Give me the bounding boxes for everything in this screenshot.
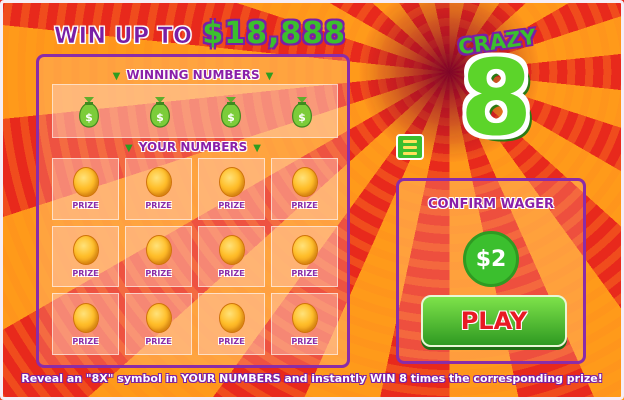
- prize-label: PRIZE: [291, 201, 318, 211]
- scratch-cell[interactable]: PRIZE: [198, 225, 265, 288]
- scratch-cell[interactable]: PRIZE: [125, 158, 192, 220]
- coin-icon: [218, 234, 245, 265]
- scratch-cell[interactable]: PRIZE: [125, 225, 192, 288]
- scratch-cell[interactable]: PRIZE: [52, 158, 119, 220]
- prize-label: PRIZE: [145, 336, 172, 346]
- prize-label: PRIZE: [145, 201, 172, 211]
- prize-label: PRIZE: [291, 268, 318, 278]
- menu-button[interactable]: [396, 134, 424, 160]
- coin-icon: [291, 302, 318, 333]
- scratch-cell[interactable]: PRIZE: [271, 293, 338, 355]
- scratch-cell[interactable]: PRIZE: [52, 225, 119, 288]
- prize-label: PRIZE: [218, 268, 245, 278]
- prize-label: PRIZE: [72, 336, 99, 346]
- header-amount: $18,888: [202, 16, 347, 51]
- header-prefix: WIN UP TO: [54, 24, 193, 50]
- menu-line: [403, 145, 417, 149]
- crazy-8-logo: CRAZY 8: [452, 24, 562, 164]
- coin-icon: [72, 234, 99, 265]
- prize-label: PRIZE: [218, 201, 245, 211]
- your-numbers-label: YOUR NUMBERS: [138, 140, 248, 154]
- svg-text:$: $: [298, 111, 306, 124]
- scratch-cell[interactable]: PRIZE: [52, 293, 119, 355]
- logo-eight-text: 8: [460, 37, 533, 159]
- triangle-down-icon: ▼: [125, 143, 133, 154]
- prize-header: WIN UP TO $18,888: [54, 16, 346, 56]
- wager-amount-button[interactable]: $2: [463, 231, 519, 287]
- svg-text:$: $: [156, 111, 164, 124]
- money-bag-icon[interactable]: $: [216, 93, 246, 129]
- prize-label: PRIZE: [145, 268, 172, 278]
- prize-label: PRIZE: [72, 268, 99, 278]
- scratch-board: ▼ WINNING NUMBERS ▼ $ $ $ $ ▼ YOUR NUMBE…: [36, 54, 350, 368]
- menu-line: [403, 139, 417, 143]
- game-background: WIN UP TO $18,888 ▼ WINNING NUMBERS ▼ $: [0, 0, 624, 400]
- scratch-cell[interactable]: PRIZE: [198, 158, 265, 220]
- svg-text:$: $: [85, 111, 93, 124]
- prize-label: PRIZE: [218, 336, 245, 346]
- your-numbers-heading: ▼ YOUR NUMBERS ▼: [39, 140, 347, 154]
- coin-icon: [145, 234, 172, 265]
- winning-numbers-row: $ $ $ $: [52, 84, 338, 138]
- triangle-down-icon: ▼: [253, 143, 261, 154]
- scratch-cell[interactable]: PRIZE: [271, 158, 338, 220]
- coin-icon: [291, 234, 318, 265]
- scratch-cell[interactable]: PRIZE: [271, 225, 338, 288]
- coin-icon: [218, 167, 245, 198]
- triangle-down-icon: ▼: [112, 71, 121, 82]
- coin-icon: [145, 302, 172, 333]
- wager-panel: CONFIRM WAGER $2 PLAY: [396, 178, 586, 364]
- prize-label: PRIZE: [291, 336, 318, 346]
- coin-icon: [291, 167, 318, 198]
- scratch-cell[interactable]: PRIZE: [198, 293, 265, 355]
- play-button[interactable]: PLAY: [421, 295, 567, 347]
- coin-icon: [72, 302, 99, 333]
- confirm-wager-label: CONFIRM WAGER: [427, 197, 555, 212]
- money-bag-icon[interactable]: $: [74, 93, 104, 129]
- svg-text:$: $: [227, 111, 235, 124]
- triangle-down-icon: ▼: [265, 71, 274, 82]
- coin-icon: [218, 302, 245, 333]
- prize-label: PRIZE: [72, 201, 99, 211]
- winning-numbers-heading: ▼ WINNING NUMBERS ▼: [39, 68, 347, 82]
- winning-numbers-label: WINNING NUMBERS: [126, 68, 260, 82]
- coin-icon: [145, 167, 172, 198]
- menu-line: [403, 151, 417, 155]
- scratch-cell[interactable]: PRIZE: [125, 293, 192, 355]
- coin-icon: [72, 167, 99, 198]
- instructions-text: Reveal an "8X" symbol in YOUR NUMBERS an…: [21, 372, 603, 385]
- money-bag-icon[interactable]: $: [287, 93, 317, 129]
- your-numbers-grid: PRIZE PRIZE PRIZE PRIZE PRIZE PRIZE PRIZ…: [52, 158, 338, 355]
- money-bag-icon[interactable]: $: [145, 93, 175, 129]
